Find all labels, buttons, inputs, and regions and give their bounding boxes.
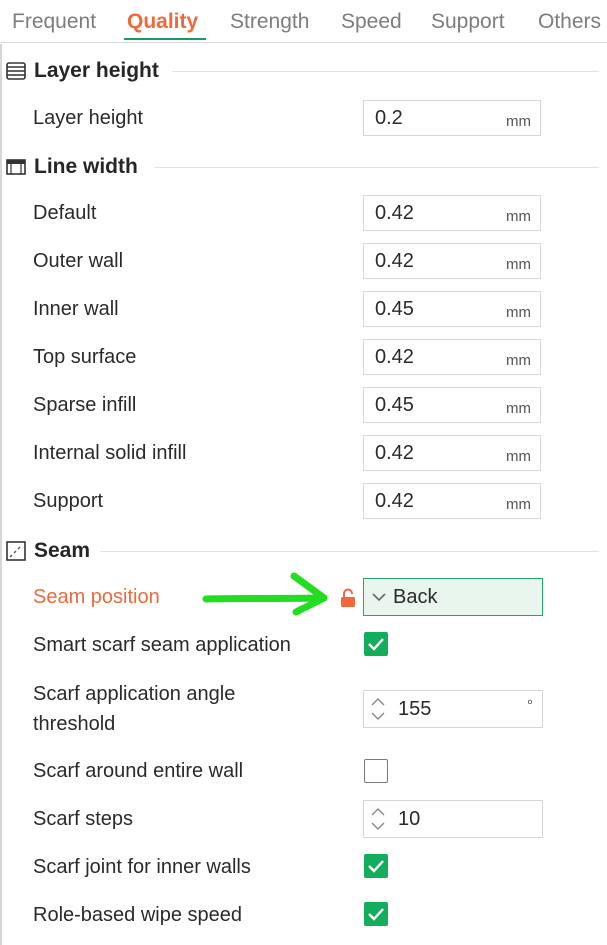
input-value: 0.42 bbox=[375, 490, 414, 512]
tab-quality[interactable]: Quality bbox=[127, 10, 198, 34]
section-title-line-width: Line width bbox=[34, 155, 138, 178]
input-unit: mm bbox=[506, 448, 531, 465]
seam-position-value: Back bbox=[393, 586, 438, 608]
chevron-down-icon bbox=[372, 593, 386, 602]
tab-bar: Frequent Quality Strength Speed Support … bbox=[0, 0, 607, 43]
input-unit: ° bbox=[527, 697, 533, 714]
tab-frequent[interactable]: Frequent bbox=[12, 10, 96, 34]
tab-others[interactable]: Others bbox=[538, 10, 601, 34]
layer-height-icon bbox=[6, 62, 26, 80]
scarf-entire-wall-label: Scarf around entire wall bbox=[33, 760, 244, 782]
input-unit: mm bbox=[506, 256, 531, 273]
role-wipe-speed-checkbox[interactable] bbox=[364, 902, 388, 926]
support-label: Support bbox=[33, 490, 104, 512]
input-unit: mm bbox=[506, 496, 531, 513]
smart-scarf-label: Smart scarf seam application bbox=[33, 634, 291, 656]
active-tab-indicator bbox=[124, 38, 206, 40]
input-value: 0.2 bbox=[375, 107, 403, 129]
section-title-seam: Seam bbox=[34, 539, 91, 562]
inner-wall-input[interactable]: 0.45 mm bbox=[363, 291, 541, 327]
scarf-inner-walls-checkbox[interactable] bbox=[364, 854, 388, 878]
scarf-inner-walls-label: Scarf joint for inner walls bbox=[33, 856, 251, 878]
tab-speed[interactable]: Speed bbox=[341, 10, 402, 34]
input-value: 0.42 bbox=[375, 442, 414, 464]
top-surface-label: Top surface bbox=[33, 346, 137, 368]
sparse-infill-label: Sparse infill bbox=[33, 394, 137, 416]
input-value: 10 bbox=[398, 808, 421, 830]
layer-height-label: Layer height bbox=[33, 107, 144, 129]
sparse-infill-input[interactable]: 0.45 mm bbox=[363, 387, 541, 423]
line-width-icon bbox=[6, 159, 26, 175]
scarf-angle-spinbox[interactable]: 155 ° bbox=[363, 690, 543, 728]
checkmark-icon bbox=[368, 908, 384, 921]
line-width-default-label: Default bbox=[33, 202, 97, 224]
input-unit: mm bbox=[506, 400, 531, 417]
scarf-steps-label: Scarf steps bbox=[33, 808, 134, 830]
scarf-angle-label-line1: Scarf application angle bbox=[33, 683, 236, 705]
spinner-arrows-icon[interactable] bbox=[368, 694, 388, 724]
section-title-layer-height: Layer height bbox=[34, 59, 159, 82]
section-divider bbox=[100, 551, 599, 552]
panel-left-border bbox=[0, 44, 2, 945]
line-width-default-input[interactable]: 0.42 mm bbox=[363, 195, 541, 231]
input-value: 0.45 bbox=[375, 394, 414, 416]
input-unit: mm bbox=[506, 208, 531, 225]
top-surface-input[interactable]: 0.42 mm bbox=[363, 339, 541, 375]
section-divider bbox=[172, 71, 599, 72]
tab-strength[interactable]: Strength bbox=[230, 10, 309, 34]
layer-height-input[interactable]: 0.2 mm bbox=[363, 100, 541, 136]
outer-wall-input[interactable]: 0.42 mm bbox=[363, 243, 541, 279]
support-input[interactable]: 0.42 mm bbox=[363, 483, 541, 519]
annotation-arrow-icon bbox=[202, 572, 328, 616]
internal-solid-infill-label: Internal solid infill bbox=[33, 442, 187, 464]
scarf-angle-label-line2: threshold bbox=[33, 713, 116, 735]
internal-solid-infill-input[interactable]: 0.42 mm bbox=[363, 435, 541, 471]
input-value: 0.42 bbox=[375, 346, 414, 368]
spinner-arrows-icon[interactable] bbox=[368, 804, 388, 834]
input-unit: mm bbox=[506, 352, 531, 369]
unlock-icon[interactable] bbox=[339, 588, 357, 608]
seam-position-label: Seam position bbox=[33, 586, 160, 608]
scarf-steps-spinbox[interactable]: 10 bbox=[363, 800, 543, 838]
checkmark-icon bbox=[368, 860, 384, 873]
inner-wall-label: Inner wall bbox=[33, 298, 119, 320]
role-wipe-speed-label: Role-based wipe speed bbox=[33, 904, 243, 926]
input-unit: mm bbox=[506, 113, 531, 130]
seam-icon bbox=[6, 541, 26, 561]
scarf-entire-wall-checkbox[interactable] bbox=[364, 759, 388, 783]
smart-scarf-checkbox[interactable] bbox=[364, 632, 388, 656]
input-value: 0.45 bbox=[375, 298, 414, 320]
checkmark-icon bbox=[368, 638, 384, 651]
input-value: 0.42 bbox=[375, 202, 414, 224]
input-value: 0.42 bbox=[375, 250, 414, 272]
input-value: 155 bbox=[398, 698, 432, 720]
section-divider bbox=[154, 167, 599, 168]
tab-support[interactable]: Support bbox=[431, 10, 505, 34]
outer-wall-label: Outer wall bbox=[33, 250, 124, 272]
input-unit: mm bbox=[506, 304, 531, 321]
seam-position-dropdown[interactable]: Back bbox=[363, 578, 543, 616]
